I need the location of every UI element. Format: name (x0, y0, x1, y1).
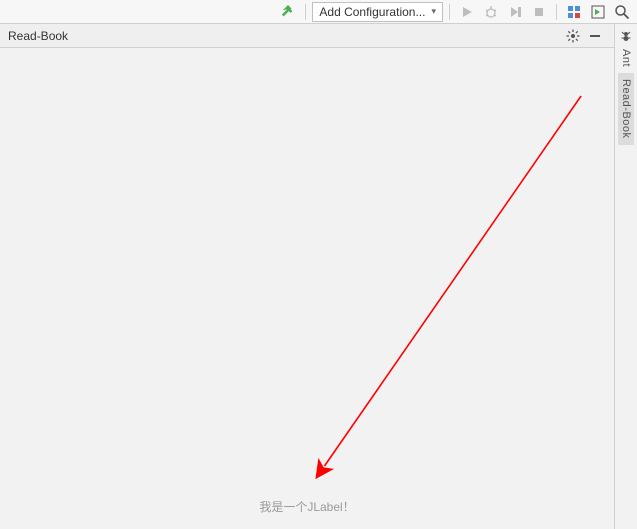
bug-icon (484, 5, 498, 19)
hammer-icon (281, 5, 295, 19)
rail-tab-read-book[interactable]: Read-Book (618, 73, 634, 145)
minimize-icon (588, 29, 602, 43)
structure-button[interactable] (563, 1, 585, 23)
rail-tab-ant[interactable]: Ant (618, 24, 634, 73)
panel-settings-button[interactable] (562, 25, 584, 47)
main-panel: Read-Book (0, 24, 615, 529)
run-button[interactable] (456, 1, 478, 23)
debug-button[interactable] (480, 1, 502, 23)
right-tool-rail: Ant Read-Book (615, 24, 637, 529)
rail-tab-label: Read-Book (620, 79, 632, 139)
panel-content: 我是一个JLabel！ (0, 48, 614, 529)
jlabel-text: 我是一个JLabel！ (259, 498, 354, 515)
build-button[interactable] (277, 1, 299, 23)
run-config-label: Add Configuration... (319, 5, 425, 19)
run-anything-button[interactable] (587, 1, 609, 23)
top-toolbar: Add Configuration... ▾ (0, 0, 637, 24)
separator (449, 4, 450, 20)
rail-tab-label: Ant (620, 49, 632, 67)
body: Read-Book (0, 24, 637, 529)
panel-hide-button[interactable] (584, 25, 606, 47)
run-config-selector[interactable]: Add Configuration... ▾ (312, 2, 443, 22)
gear-icon (566, 29, 580, 43)
coverage-icon (508, 5, 522, 19)
coverage-button[interactable] (504, 1, 526, 23)
chevron-down-icon: ▾ (431, 6, 436, 17)
separator (556, 4, 557, 20)
structure-icon (567, 5, 581, 19)
ant-icon (620, 30, 632, 45)
stop-icon (532, 5, 546, 19)
separator (305, 4, 306, 20)
search-button[interactable] (611, 1, 633, 23)
stop-button[interactable] (528, 1, 550, 23)
panel-title: Read-Book (8, 29, 562, 43)
search-icon (614, 4, 630, 20)
run-anything-icon (591, 5, 605, 19)
play-icon (460, 5, 474, 19)
panel-header: Read-Book (0, 24, 614, 48)
app-root: Add Configuration... ▾ (0, 0, 637, 529)
annotation-arrow (0, 48, 614, 529)
